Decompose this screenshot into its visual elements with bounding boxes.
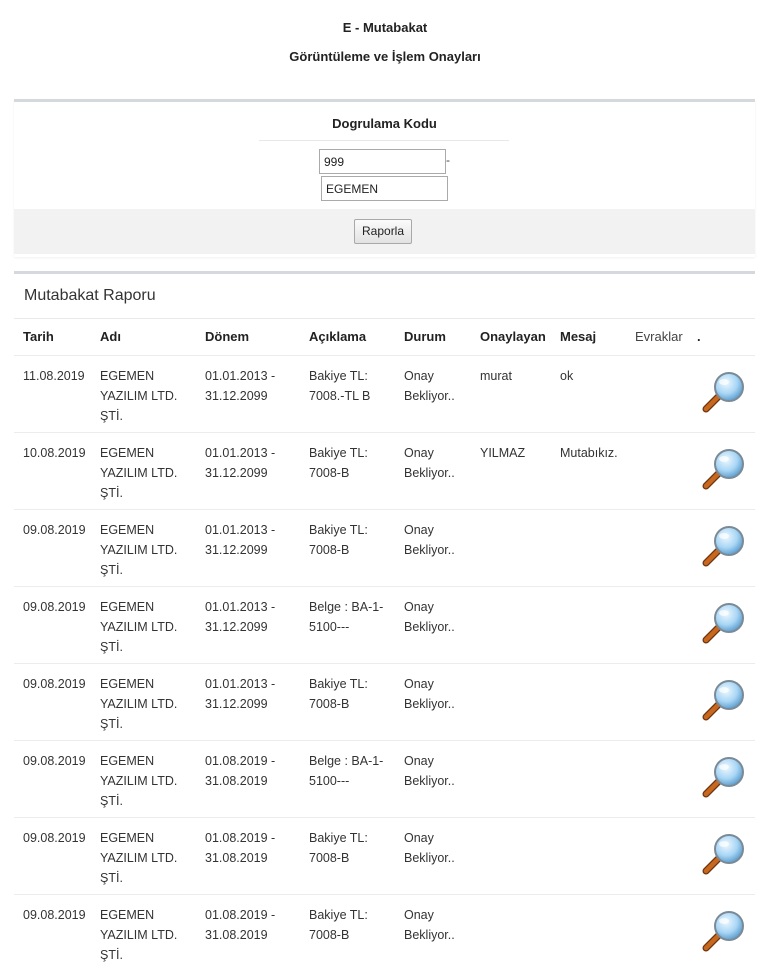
divider <box>14 318 755 319</box>
company-name-input[interactable] <box>321 176 448 201</box>
row-description: Belge : BA-1-5100--- <box>309 600 384 634</box>
row-period: 01.08.2019 - 31.08.2019 <box>205 754 276 788</box>
row-period: 01.08.2019 - 31.08.2019 <box>205 831 276 865</box>
row-name: EGEMEN YAZILIM LTD. ŞTİ. <box>100 831 178 885</box>
column-header-status: Durum <box>404 329 446 344</box>
table-row: 10.08.2019 EGEMEN YAZILIM LTD. ŞTİ. 01.01.… <box>14 432 755 510</box>
magnifier-icon[interactable] <box>700 447 748 491</box>
row-approver: murat <box>480 369 512 383</box>
magnifier-icon[interactable] <box>700 678 748 722</box>
verification-footer: Raporla <box>14 209 755 254</box>
report-panel: Mutabakat Raporu Tarih Adı Dönem Açıklam… <box>14 271 755 974</box>
row-date: 09.08.2019 <box>23 754 86 768</box>
verification-code-input[interactable] <box>319 149 446 174</box>
table-row: 09.08.2019 EGEMEN YAZILIM LTD. ŞTİ. 01.01.… <box>14 509 755 587</box>
report-title: Mutabakat Raporu <box>24 287 156 304</box>
row-description: Bakiye TL: 7008.-TL B <box>309 369 371 403</box>
row-description: Bakiye TL: 7008-B <box>309 677 368 711</box>
row-name: EGEMEN YAZILIM LTD. ŞTİ. <box>100 677 178 731</box>
row-name: EGEMEN YAZILIM LTD. ŞTİ. <box>100 369 178 423</box>
row-status: Onay Bekliyor.. <box>404 908 455 942</box>
row-period: 01.01.2013 - 31.12.2099 <box>205 369 276 403</box>
magnifier-icon[interactable] <box>700 524 748 568</box>
page-subtitle: Görüntüleme ve İşlem Onayları <box>289 49 481 64</box>
row-name: EGEMEN YAZILIM LTD. ŞTİ. <box>100 754 178 808</box>
column-header-date: Tarih <box>23 329 54 344</box>
page-title: E - Mutabakat <box>342 20 428 35</box>
row-status: Onay Bekliyor.. <box>404 446 455 480</box>
column-header-description: Açıklama <box>309 329 367 344</box>
row-name: EGEMEN YAZILIM LTD. ŞTİ. <box>100 600 178 654</box>
row-date: 10.08.2019 <box>23 446 86 460</box>
row-name: EGEMEN YAZILIM LTD. ŞTİ. <box>100 908 178 962</box>
row-name: EGEMEN YAZILIM LTD. ŞTİ. <box>100 446 178 500</box>
column-header-documents: Evraklar <box>635 329 683 344</box>
row-date: 09.08.2019 <box>23 523 86 537</box>
column-header-period: Dönem <box>205 329 250 344</box>
column-header-approver: Onaylayan <box>480 329 546 344</box>
magnifier-icon[interactable] <box>700 909 748 953</box>
row-description: Bakiye TL: 7008-B <box>309 446 368 480</box>
row-description: Belge : BA-1-5100--- <box>309 754 384 788</box>
magnifier-icon[interactable] <box>700 755 748 799</box>
table-row: 09.08.2019 EGEMEN YAZILIM LTD. ŞTİ. 01.08.… <box>14 740 755 818</box>
row-name: EGEMEN YAZILIM LTD. ŞTİ. <box>100 523 178 577</box>
column-header-name: Adı <box>100 329 121 344</box>
row-description: Bakiye TL: 7008-B <box>309 831 368 865</box>
row-status: Onay Bekliyor.. <box>404 523 455 557</box>
row-period: 01.01.2013 - 31.12.2099 <box>205 677 276 711</box>
column-header-dot: . <box>697 329 701 344</box>
table-row: 09.08.2019 EGEMEN YAZILIM LTD. ŞTİ. 01.08.… <box>14 894 755 972</box>
row-message: Mutabıkız. <box>560 446 618 460</box>
magnifier-icon[interactable] <box>700 601 748 645</box>
row-status: Onay Bekliyor.. <box>404 600 455 634</box>
code-separator: - <box>446 153 450 167</box>
row-description: Bakiye TL: 7008-B <box>309 523 368 557</box>
table-row: 11.08.2019 EGEMEN YAZILIM LTD. ŞTİ. 01.01.… <box>14 355 755 433</box>
row-date: 09.08.2019 <box>23 831 86 845</box>
row-status: Onay Bekliyor.. <box>404 754 455 788</box>
row-period: 01.08.2019 - 31.08.2019 <box>205 908 276 942</box>
row-period: 01.01.2013 - 31.12.2099 <box>205 600 276 634</box>
row-status: Onay Bekliyor.. <box>404 677 455 711</box>
row-date: 11.08.2019 <box>23 369 85 383</box>
table-row: 09.08.2019 EGEMEN YAZILIM LTD. ŞTİ. 01.01.… <box>14 586 755 664</box>
table-row: 09.08.2019 EGEMEN YAZILIM LTD. ŞTİ. 01.01.… <box>14 663 755 741</box>
row-date: 09.08.2019 <box>23 677 86 691</box>
row-status: Onay Bekliyor.. <box>404 369 455 403</box>
row-period: 01.01.2013 - 31.12.2099 <box>205 446 276 480</box>
row-date: 09.08.2019 <box>23 908 86 922</box>
row-message: ok <box>560 369 574 383</box>
table-row: 09.08.2019 EGEMEN YAZILIM LTD. ŞTİ. 01.08.… <box>14 817 755 895</box>
verification-panel: Dogrulama Kodu - Raporla <box>14 99 755 257</box>
column-header-message: Mesaj <box>560 329 597 344</box>
divider <box>259 140 509 141</box>
row-approver: YILMAZ <box>480 446 526 460</box>
row-period: 01.01.2013 - 31.12.2099 <box>205 523 276 557</box>
verification-title: Dogrulama Kodu <box>332 116 437 131</box>
magnifier-icon[interactable] <box>700 370 748 414</box>
row-status: Onay Bekliyor.. <box>404 831 455 865</box>
report-button[interactable]: Raporla <box>354 219 413 244</box>
row-date: 09.08.2019 <box>23 600 86 614</box>
magnifier-icon[interactable] <box>700 832 748 876</box>
row-description: Bakiye TL: 7008-B <box>309 908 368 942</box>
